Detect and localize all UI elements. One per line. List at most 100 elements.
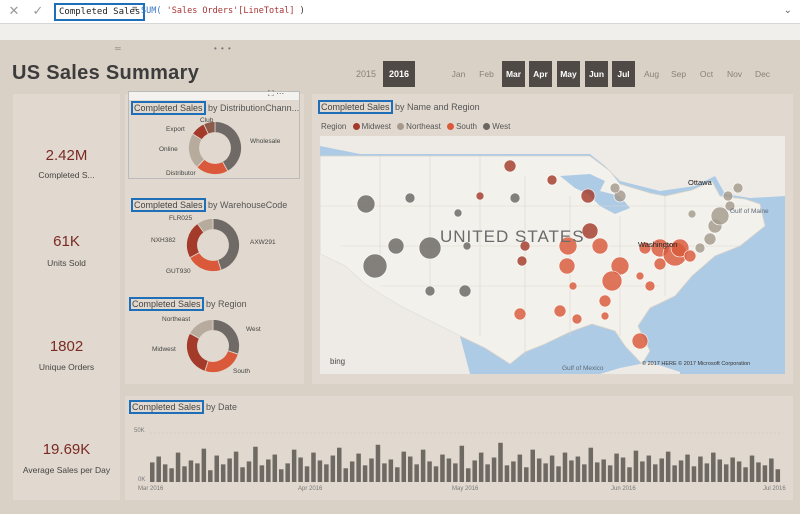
- map-bubble[interactable]: [722, 190, 734, 202]
- map-bubble[interactable]: [546, 174, 558, 186]
- map-bubble[interactable]: [591, 237, 609, 255]
- month-feb[interactable]: Feb: [475, 61, 498, 87]
- date-bar[interactable]: [601, 459, 606, 482]
- date-bar[interactable]: [169, 468, 174, 482]
- map-bubble[interactable]: [503, 159, 517, 173]
- date-bar[interactable]: [162, 464, 168, 482]
- date-bar[interactable]: [150, 462, 155, 482]
- month-sep[interactable]: Sep: [667, 61, 690, 87]
- date-bar[interactable]: [620, 457, 626, 483]
- date-bar[interactable]: [607, 465, 613, 482]
- date-bar[interactable]: [633, 450, 639, 482]
- map-bubble[interactable]: [600, 311, 610, 321]
- date-bar[interactable]: [175, 452, 181, 482]
- map-bubble[interactable]: [653, 257, 667, 271]
- date-bar[interactable]: [298, 457, 303, 483]
- date-bar[interactable]: [549, 455, 555, 482]
- date-bar[interactable]: [427, 461, 432, 482]
- map-bubble[interactable]: [553, 304, 567, 318]
- month-apr[interactable]: Apr: [529, 61, 552, 87]
- month-jun[interactable]: Jun: [585, 61, 608, 87]
- date-bar[interactable]: [672, 465, 677, 482]
- date-bar[interactable]: [536, 458, 542, 482]
- date-bar[interactable]: [730, 457, 735, 483]
- date-bar[interactable]: [665, 451, 671, 482]
- date-bar[interactable]: [201, 448, 207, 482]
- date-bar[interactable]: [659, 458, 664, 482]
- map-bubble[interactable]: [356, 194, 376, 214]
- date-bar[interactable]: [388, 459, 394, 482]
- date-bar[interactable]: [504, 465, 510, 482]
- date-bar[interactable]: [614, 453, 619, 482]
- date-bar[interactable]: [756, 462, 761, 482]
- month-jan[interactable]: Jan: [447, 61, 470, 87]
- donut-channel-chart[interactable]: [188, 121, 242, 175]
- date-bar[interactable]: [362, 465, 368, 482]
- donut-channel-slices[interactable]: [188, 121, 242, 175]
- date-bar[interactable]: [562, 452, 568, 482]
- date-bar[interactable]: [646, 455, 652, 482]
- month-aug[interactable]: Aug: [640, 61, 663, 87]
- date-bar[interactable]: [685, 454, 690, 482]
- date-bar[interactable]: [356, 453, 361, 482]
- map-bubble[interactable]: [732, 182, 744, 194]
- date-bar[interactable]: [769, 458, 774, 482]
- donut-region-slices[interactable]: [186, 319, 240, 373]
- date-bar[interactable]: [691, 466, 697, 482]
- month-nov[interactable]: Nov: [723, 61, 746, 87]
- map-bubble[interactable]: [418, 236, 442, 260]
- date-bar[interactable]: [775, 469, 781, 482]
- map-bubble[interactable]: [458, 284, 472, 298]
- donut-slice-west[interactable]: [212, 319, 240, 355]
- date-bar[interactable]: [227, 458, 232, 482]
- formula-expression[interactable]: SUM( 'Sales Orders'[LineTotal] ): [141, 6, 305, 16]
- formula-bar[interactable]: ✕ ✓ Completed Sales = SUM( 'Sales Orders…: [0, 0, 800, 24]
- date-bar[interactable]: [711, 452, 716, 482]
- date-bar[interactable]: [156, 456, 161, 482]
- date-bar[interactable]: [678, 460, 684, 482]
- expand-formula-icon[interactable]: ⌄: [784, 5, 792, 16]
- map-bubble[interactable]: [683, 249, 697, 263]
- month-may[interactable]: May: [557, 61, 580, 87]
- map-bubble[interactable]: [453, 208, 463, 218]
- map-bubble[interactable]: [387, 237, 405, 255]
- date-bar[interactable]: [530, 449, 535, 482]
- date-bar[interactable]: [466, 468, 471, 482]
- date-bar[interactable]: [472, 460, 477, 482]
- date-bar[interactable]: [195, 463, 200, 482]
- date-bar[interactable]: [704, 463, 710, 482]
- date-bar[interactable]: [259, 465, 265, 482]
- check-icon[interactable]: ✓: [30, 4, 46, 20]
- date-bar[interactable]: [762, 465, 768, 482]
- map-bubble[interactable]: [644, 280, 656, 292]
- legend-northeast[interactable]: Northeast: [406, 122, 441, 131]
- map-bubble[interactable]: [694, 242, 706, 254]
- date-bar[interactable]: [233, 451, 239, 482]
- map-bubble[interactable]: [609, 182, 621, 194]
- date-bar[interactable]: [491, 457, 497, 483]
- date-bar[interactable]: [324, 464, 329, 482]
- date-bar[interactable]: [478, 452, 484, 482]
- donut-warehouse-slices[interactable]: [186, 218, 240, 272]
- map-bubble[interactable]: [568, 281, 578, 291]
- map-canvas[interactable]: [320, 136, 785, 374]
- date-bar[interactable]: [285, 463, 290, 482]
- date-bar[interactable]: [517, 454, 523, 482]
- date-bar[interactable]: [446, 458, 452, 482]
- date-bar[interactable]: [272, 454, 278, 482]
- date-bar[interactable]: [246, 461, 252, 482]
- month-jul[interactable]: Jul: [612, 61, 635, 87]
- date-bar[interactable]: [382, 463, 387, 482]
- date-bar[interactable]: [588, 447, 594, 482]
- date-bar[interactable]: [337, 447, 342, 482]
- date-bar[interactable]: [253, 446, 258, 482]
- legend-south[interactable]: South: [456, 122, 477, 131]
- date-bar[interactable]: [556, 466, 561, 482]
- more-options-icon[interactable]: • • •: [214, 44, 232, 53]
- date-bar[interactable]: [640, 461, 645, 482]
- date-bar[interactable]: [291, 449, 297, 482]
- focus-mode-icon[interactable]: ⛶ ⋯: [268, 89, 284, 99]
- date-bar[interactable]: [214, 455, 219, 482]
- date-bar[interactable]: [343, 468, 348, 482]
- date-bar[interactable]: [653, 464, 658, 482]
